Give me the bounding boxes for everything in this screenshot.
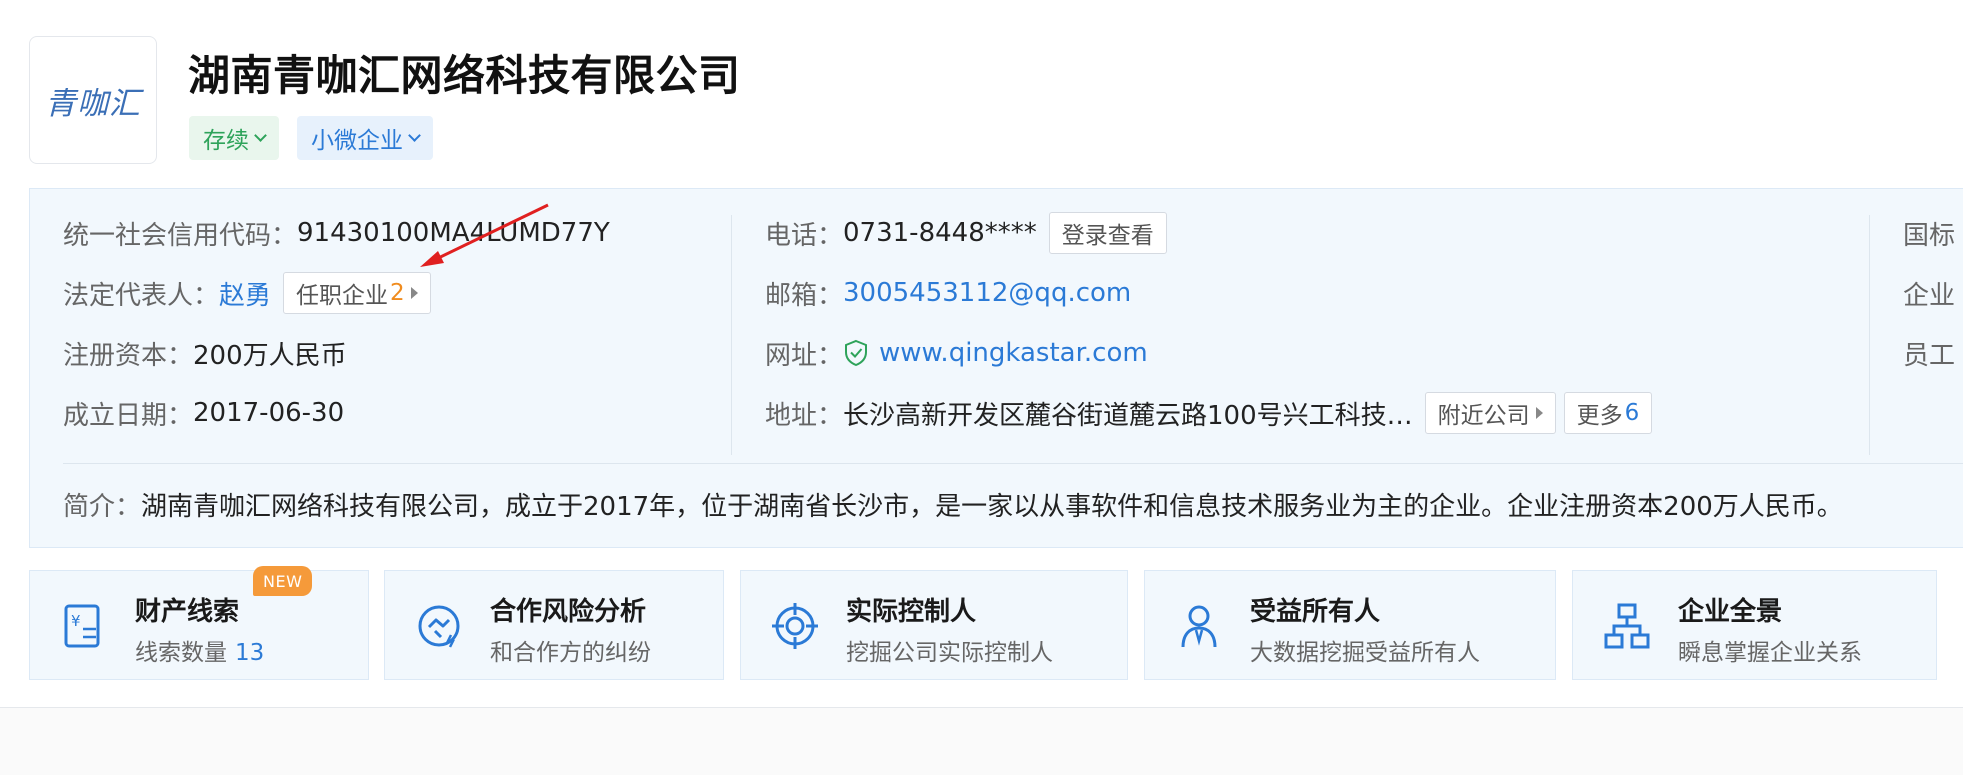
enterprise-panorama-card[interactable]: 企业全景 瞬息掌握企业关系 xyxy=(1572,570,1937,680)
login-view-button[interactable]: 登录查看 xyxy=(1048,212,1167,254)
positions-button[interactable]: 任职企业 2 xyxy=(283,272,431,314)
card-subtitle: 挖掘公司实际控制人 xyxy=(846,640,1053,666)
new-badge: NEW xyxy=(253,566,313,596)
reg-capital-value: 200万人民币 xyxy=(193,340,347,371)
chevron-down-icon xyxy=(408,128,421,142)
org-chart-icon xyxy=(1604,603,1650,649)
legal-rep-label: 法定代表人： xyxy=(63,280,220,311)
description-label: 简介： xyxy=(63,492,142,522)
right-col-row-2: 企业 xyxy=(1903,273,1955,313)
phone-value: 0731-8448**** xyxy=(843,218,1037,248)
company-size-tag[interactable]: 小微企业 xyxy=(297,116,433,160)
target-icon xyxy=(772,603,818,649)
handshake-risk-icon xyxy=(418,605,460,648)
section-divider xyxy=(63,463,1963,464)
company-size-tag-label: 小微企业 xyxy=(311,128,403,154)
credit-code-value: 91430100MA4LUMD77Y xyxy=(297,218,610,248)
card-subtitle: 线索数量 13 xyxy=(135,633,264,667)
address-value: 长沙高新开发区麓谷街道麓云路100号兴工科技… xyxy=(843,400,1413,431)
card-title: 企业全景 xyxy=(1678,597,1783,627)
positions-button-label: 任职企业 xyxy=(296,283,389,309)
card-subtitle: 和合作方的纠纷 xyxy=(490,640,651,666)
website-row: 网址： www.qingkastar.com xyxy=(765,333,1148,373)
right-col-row-1: 国标 xyxy=(1903,213,1955,253)
phone-label: 电话： xyxy=(765,220,844,251)
status-tag[interactable]: 存续 xyxy=(189,116,279,160)
person-icon xyxy=(1181,605,1217,648)
right-col-row-3: 员工 xyxy=(1903,333,1955,373)
right-col-label-1: 国标 xyxy=(1903,220,1956,251)
card-title: 实际控制人 xyxy=(846,597,977,627)
email-label: 邮箱： xyxy=(765,280,844,311)
email-link[interactable]: 3005453112@qq.com xyxy=(843,278,1131,308)
status-tag-label: 存续 xyxy=(203,128,249,154)
positions-count: 2 xyxy=(390,280,405,306)
legal-rep-row: 法定代表人： 赵勇 任职企业 2 xyxy=(63,272,431,314)
legal-rep-link[interactable]: 赵勇 xyxy=(219,275,271,312)
address-row: 地址： 长沙高新开发区麓谷街道麓云路100号兴工科技… 附近公司 更多 6 xyxy=(765,392,1653,434)
founded-value: 2017-06-30 xyxy=(193,398,345,428)
founded-row: 成立日期： 2017-06-30 xyxy=(63,393,344,433)
more-addresses-button[interactable]: 更多 6 xyxy=(1563,392,1653,434)
column-divider xyxy=(1869,215,1870,455)
company-logo: 青咖汇 xyxy=(29,36,157,164)
actual-controller-card[interactable]: 实际控制人 挖掘公司实际控制人 xyxy=(740,570,1128,680)
email-row: 邮箱： 3005453112@qq.com xyxy=(765,273,1131,313)
nearby-companies-label: 附近公司 xyxy=(1437,403,1530,429)
right-col-label-2: 企业 xyxy=(1903,280,1956,311)
company-name: 湖南青咖汇网络科技有限公司 xyxy=(188,51,741,100)
clue-icon: ¥ xyxy=(64,604,100,648)
clue-count: 13 xyxy=(235,640,265,666)
right-col-label-3: 员工 xyxy=(1903,340,1956,371)
chevron-down-icon xyxy=(254,128,267,142)
reg-capital-label: 注册资本： xyxy=(63,340,194,371)
address-label: 地址： xyxy=(765,400,844,431)
card-subtitle: 瞬息掌握企业关系 xyxy=(1678,640,1862,666)
reg-capital-row: 注册资本： 200万人民币 xyxy=(63,333,347,373)
column-divider xyxy=(731,215,732,455)
more-addresses-count: 6 xyxy=(1624,400,1640,426)
description-value: 湖南青咖汇网络科技有限公司，成立于2017年，位于湖南省长沙市，是一家以从事软件… xyxy=(141,492,1843,522)
phone-row: 电话： 0731-8448**** 登录查看 xyxy=(765,212,1167,254)
card-subtitle: 大数据挖掘受益所有人 xyxy=(1250,640,1480,666)
card-subtitle-text: 线索数量 xyxy=(135,640,227,666)
credit-code-label: 统一社会信用代码： xyxy=(63,220,298,251)
card-title: 财产线索 xyxy=(135,597,240,627)
beneficial-owner-card[interactable]: 受益所有人 大数据挖掘受益所有人 xyxy=(1144,570,1556,680)
card-title: 合作风险分析 xyxy=(490,597,647,627)
page-footer-area xyxy=(0,708,1963,775)
caret-right-icon xyxy=(1535,407,1543,419)
company-description: 简介：湖南青咖汇网络科技有限公司，成立于2017年，位于湖南省长沙市，是一家以从… xyxy=(63,486,1843,523)
verified-shield-icon xyxy=(845,339,868,367)
card-title: 受益所有人 xyxy=(1250,597,1381,627)
basic-info-panel: 统一社会信用代码： 91430100MA4LUMD77Y 法定代表人： 赵勇 任… xyxy=(29,188,1963,548)
credit-code-row: 统一社会信用代码： 91430100MA4LUMD77Y xyxy=(63,213,610,253)
founded-label: 成立日期： xyxy=(63,400,194,431)
property-clues-card[interactable]: ¥ 财产线索 NEW 线索数量 13 xyxy=(29,566,369,680)
website-link[interactable]: www.qingkastar.com xyxy=(879,338,1148,368)
caret-right-icon xyxy=(410,287,418,299)
cooperation-risk-card[interactable]: 合作风险分析 和合作方的纠纷 xyxy=(384,570,724,680)
website-label: 网址： xyxy=(765,340,844,371)
logo-text: 青咖汇 xyxy=(45,85,141,122)
svg-text:¥: ¥ xyxy=(71,612,81,630)
nearby-companies-button[interactable]: 附近公司 xyxy=(1424,392,1556,434)
more-addresses-label: 更多 xyxy=(1576,403,1623,429)
